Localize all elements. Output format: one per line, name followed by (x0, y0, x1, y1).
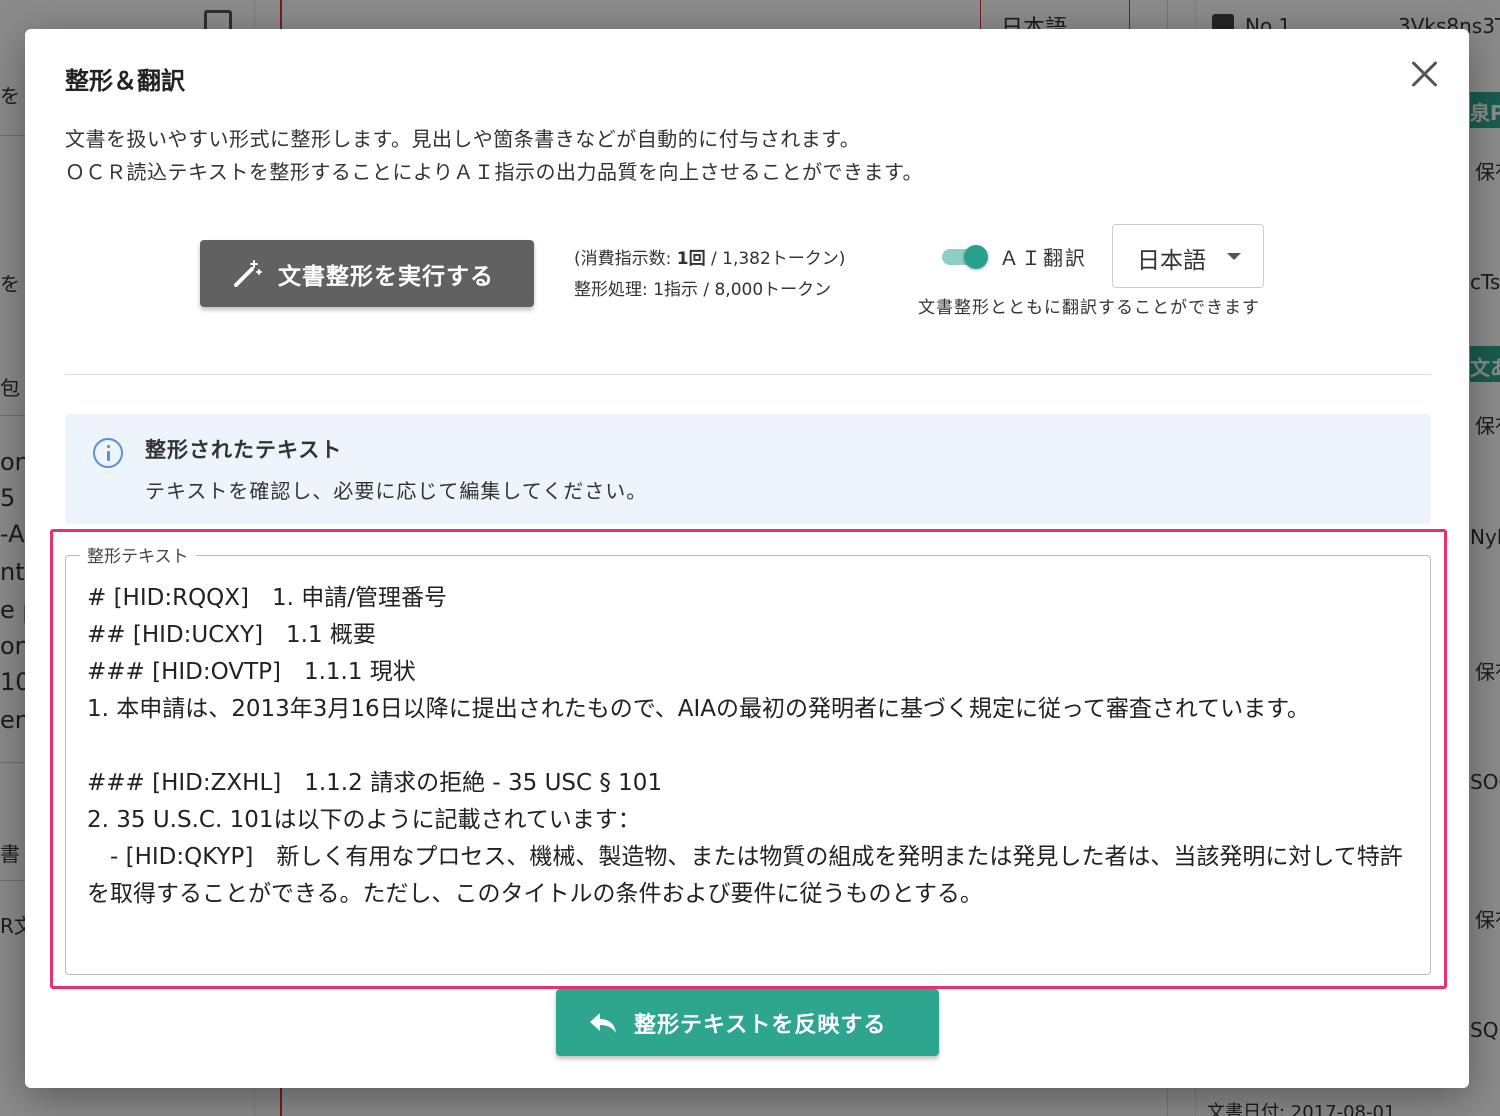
execute-format-label: 文書整形を実行する (278, 263, 494, 290)
ai-translate-label: ＡＩ翻訳 (999, 246, 1087, 270)
translate-hint: 文書整形とともに翻訳することができます (918, 298, 1260, 318)
close-icon[interactable] (1407, 57, 1441, 91)
section-divider (65, 374, 1431, 375)
formatted-text-content[interactable]: # [HID:RQQX] 1. 申請/管理番号 ## [HID:UCXY] 1.… (87, 580, 1417, 913)
execute-format-button[interactable]: 文書整形を実行する (200, 240, 534, 307)
apply-formatted-text-label: 整形テキストを反映する (634, 1012, 887, 1038)
chevron-down-icon (1227, 253, 1241, 260)
dialog-description: 文書を扱いやすい形式に整形します。見出しや箇条書きなどが自動的に付与されます。 … (65, 123, 923, 189)
description-line: 文書を扱いやすい形式に整形します。見出しや箇条書きなどが自動的に付与されます。 (65, 127, 861, 151)
dialog-title: 整形＆翻訳 (65, 67, 185, 95)
language-select[interactable]: 日本語 (1112, 224, 1264, 288)
magic-wand-icon (234, 259, 262, 287)
usage-info: (消費指示数: 1回 / 1,382トークン) 整形処理: 1指示 / 8,00… (574, 244, 845, 306)
info-icon (93, 438, 123, 468)
language-select-value: 日本語 (1137, 248, 1206, 274)
formatted-text-legend: 整形テキスト (80, 542, 196, 567)
reply-arrow-icon (590, 1012, 616, 1033)
usage-prefix: (消費指示数: (574, 249, 677, 269)
usage-count: 1回 (676, 249, 706, 269)
usage-consumed: (消費指示数: 1回 / 1,382トークン) (574, 244, 845, 275)
info-alert: 整形されたテキスト テキストを確認し、必要に応じて編集してください。 (65, 414, 1431, 524)
usage-processing: 整形処理: 1指示 / 8,000トークン (574, 280, 832, 300)
description-line: ＯＣＲ読込テキストを整形することによりＡＩ指示の出力品質を向上させることができま… (65, 160, 923, 184)
usage-suffix: / 1,382トークン) (705, 249, 846, 269)
toggle-knob (964, 245, 988, 269)
info-text: テキストを確認し、必要に応じて編集してください。 (145, 479, 648, 503)
format-translate-dialog: 整形＆翻訳 文書を扱いやすい形式に整形します。見出しや箇条書きなどが自動的に付与… (25, 29, 1469, 1088)
ai-translate-toggle[interactable] (942, 245, 990, 269)
info-title: 整形されたテキスト (145, 438, 343, 462)
apply-formatted-text-button[interactable]: 整形テキストを反映する (556, 989, 939, 1056)
